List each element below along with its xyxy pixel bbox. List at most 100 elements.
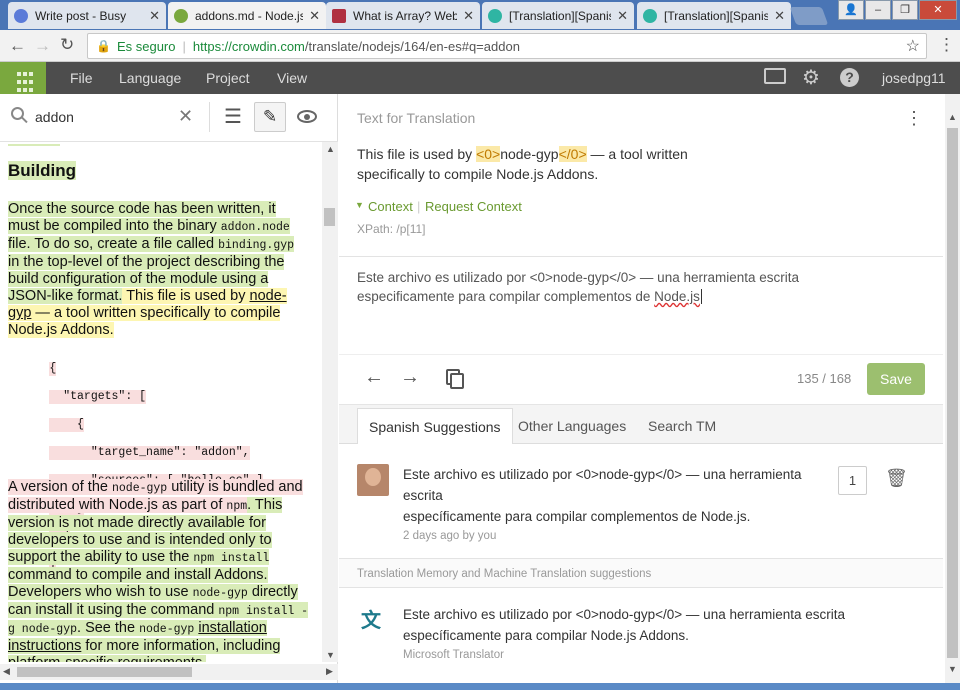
paragraph-building: Once the source code has been written, i… xyxy=(8,201,308,339)
next-string-icon[interactable]: → xyxy=(400,366,420,389)
divider xyxy=(339,256,943,257)
minimize-button[interactable]: – xyxy=(865,0,891,20)
code-inline: npm xyxy=(226,500,248,513)
back-arrow-icon[interactable]: ← xyxy=(9,36,26,56)
reload-icon[interactable]: ↻ xyxy=(60,35,74,55)
text-run: . See the xyxy=(77,620,140,636)
browser-tab-strip: Write post - Busy ✕ addons.md - Node.js … xyxy=(0,0,960,30)
forward-arrow-icon[interactable]: → xyxy=(34,36,51,56)
omnibox-separator: | xyxy=(182,38,186,54)
chrome-menu-icon[interactable]: ⋮ xyxy=(938,35,955,55)
list-view-icon[interactable]: ☰ xyxy=(224,104,242,129)
search-input[interactable]: addon xyxy=(35,109,74,125)
save-button[interactable]: Save xyxy=(867,363,925,395)
scroll-left-icon[interactable]: ◀ xyxy=(3,666,10,677)
clear-search-icon[interactable]: ✕ xyxy=(178,106,193,127)
source-string: This file is used by <0>node-gyp</0> — a… xyxy=(357,144,797,184)
suggestion-item[interactable]: Este archivo es utilizado por <0>node-gy… xyxy=(403,464,823,527)
keyboard-icon[interactable] xyxy=(764,68,786,84)
translate-icon: 文 xyxy=(361,610,381,632)
string-segment[interactable]: . This version is not made directly avai… xyxy=(8,497,309,636)
suggestion-item[interactable]: Este archivo es utilizado por <0>nodo-gy… xyxy=(403,604,923,646)
more-options-icon[interactable]: ⋮ xyxy=(905,108,923,129)
close-icon[interactable]: ✕ xyxy=(617,8,628,24)
suggestion-text: escrita xyxy=(403,488,443,503)
prev-highlight xyxy=(8,144,60,146)
menu-view[interactable]: View xyxy=(277,70,307,86)
horizontal-scrollbar[interactable]: ◀ ▶ xyxy=(0,664,338,680)
gear-icon[interactable]: ⚙ xyxy=(802,65,820,90)
section-heading[interactable]: Building xyxy=(8,161,76,180)
text-run: specifically to compile Node.js Addons. xyxy=(357,166,599,182)
app-header: File Language Project View ⚙ ? josedpg11 xyxy=(0,62,960,94)
translation-textarea[interactable]: Este archivo es utilizado por <0>node-gy… xyxy=(357,268,917,306)
code-line: { xyxy=(49,362,57,376)
code-line: "targets": [ xyxy=(49,390,147,404)
close-icon[interactable]: ✕ xyxy=(149,8,160,24)
suggestion-text: específicamente para compilar complement… xyxy=(403,509,751,524)
address-bar-row: ← → ↻ 🔒 Es seguro | https://crowdin.com … xyxy=(0,30,960,62)
browser-tab[interactable]: What is Array? Web ✕ xyxy=(326,2,480,29)
w3-favicon-icon xyxy=(332,8,346,23)
tab-other-languages[interactable]: Other Languages xyxy=(507,408,637,444)
browser-tab[interactable]: Write post - Busy ✕ xyxy=(8,2,166,29)
scrollbar-thumb[interactable] xyxy=(324,208,335,226)
scroll-down-icon[interactable]: ▼ xyxy=(326,650,335,660)
scroll-right-icon[interactable]: ▶ xyxy=(326,666,333,677)
window-close-button[interactable]: ✕ xyxy=(919,0,957,20)
vote-count-button[interactable]: 1 xyxy=(838,466,867,495)
previous-string-icon[interactable]: ← xyxy=(364,366,384,389)
scrollbar-thumb[interactable] xyxy=(947,128,958,658)
browser-tab[interactable]: [Translation][Spanish ✕ xyxy=(482,2,634,29)
menu-language[interactable]: Language xyxy=(119,70,181,86)
menu-project[interactable]: Project xyxy=(206,70,250,86)
translation-line: especificamente para compilar complement… xyxy=(357,289,655,304)
omnibox[interactable]: 🔒 Es seguro | https://crowdin.com /trans… xyxy=(87,33,927,59)
lock-icon: 🔒 xyxy=(96,39,111,53)
misspelled-word: Node.js xyxy=(654,289,700,304)
close-icon[interactable]: ✕ xyxy=(463,8,474,24)
editor-scrollbar[interactable]: ▲ ▼ xyxy=(945,94,960,683)
suggestion-text: Este archivo es utilizado por <0>node-gy… xyxy=(403,467,802,482)
scroll-down-icon[interactable]: ▼ xyxy=(948,664,957,674)
star-icon[interactable]: ☆ xyxy=(906,36,920,56)
context-separator: | xyxy=(417,199,421,214)
trash-icon[interactable]: 🗑 xyxy=(885,468,908,489)
tag-close[interactable]: </0> xyxy=(558,146,587,162)
pencil-icon[interactable]: ✎ xyxy=(254,102,286,132)
char-counter: 135 / 168 xyxy=(797,371,852,386)
scroll-up-icon[interactable]: ▲ xyxy=(948,112,957,122)
help-icon[interactable]: ? xyxy=(840,68,859,87)
code-inline: node-gyp xyxy=(139,623,195,636)
text-run: node-gyp xyxy=(500,146,559,162)
profile-icon[interactable]: 👤 xyxy=(838,0,864,20)
crowdin-favicon-icon xyxy=(488,8,502,23)
url-host: https://crowdin.com xyxy=(192,38,305,54)
context-toggle[interactable]: Context xyxy=(368,199,413,214)
translation-line: Este archivo es utilizado por <0>node-gy… xyxy=(357,270,800,285)
busy-favicon-icon xyxy=(14,8,28,23)
tag-open[interactable]: <0> xyxy=(476,146,501,162)
restore-button[interactable]: ❐ xyxy=(892,0,918,20)
hscrollbar-thumb[interactable] xyxy=(17,667,192,677)
code-inline: npm install xyxy=(193,552,270,565)
tab-search-tm[interactable]: Search TM xyxy=(637,408,727,444)
tab-spanish-suggestions[interactable]: Spanish Suggestions xyxy=(357,408,513,444)
browser-tab[interactable]: [Translation][Spanish ✕ xyxy=(637,2,791,29)
code-inline: addon.node xyxy=(220,221,290,234)
browser-tab-active[interactable]: addons.md - Node.js ✕ xyxy=(168,2,326,29)
new-tab-button[interactable] xyxy=(789,7,829,25)
vertical-scrollbar[interactable]: ▲ ▼ xyxy=(322,142,338,662)
code-inline: node-gyp xyxy=(111,482,168,495)
suggestion-text: Este archivo es utilizado por <0>nodo-gy… xyxy=(403,607,846,622)
apps-grid-icon[interactable] xyxy=(0,62,46,94)
xpath-label: XPath: /p[11] xyxy=(357,222,426,236)
close-icon[interactable]: ✕ xyxy=(774,8,785,24)
taskbar-edge xyxy=(0,683,960,690)
scroll-up-icon[interactable]: ▲ xyxy=(326,144,335,154)
menu-file[interactable]: File xyxy=(70,70,93,86)
search-row: addon ✕ ☰ ✎ xyxy=(0,94,338,142)
close-icon[interactable]: ✕ xyxy=(309,8,320,24)
username[interactable]: josedpg11 xyxy=(882,70,946,86)
request-context-link[interactable]: Request Context xyxy=(425,199,522,214)
